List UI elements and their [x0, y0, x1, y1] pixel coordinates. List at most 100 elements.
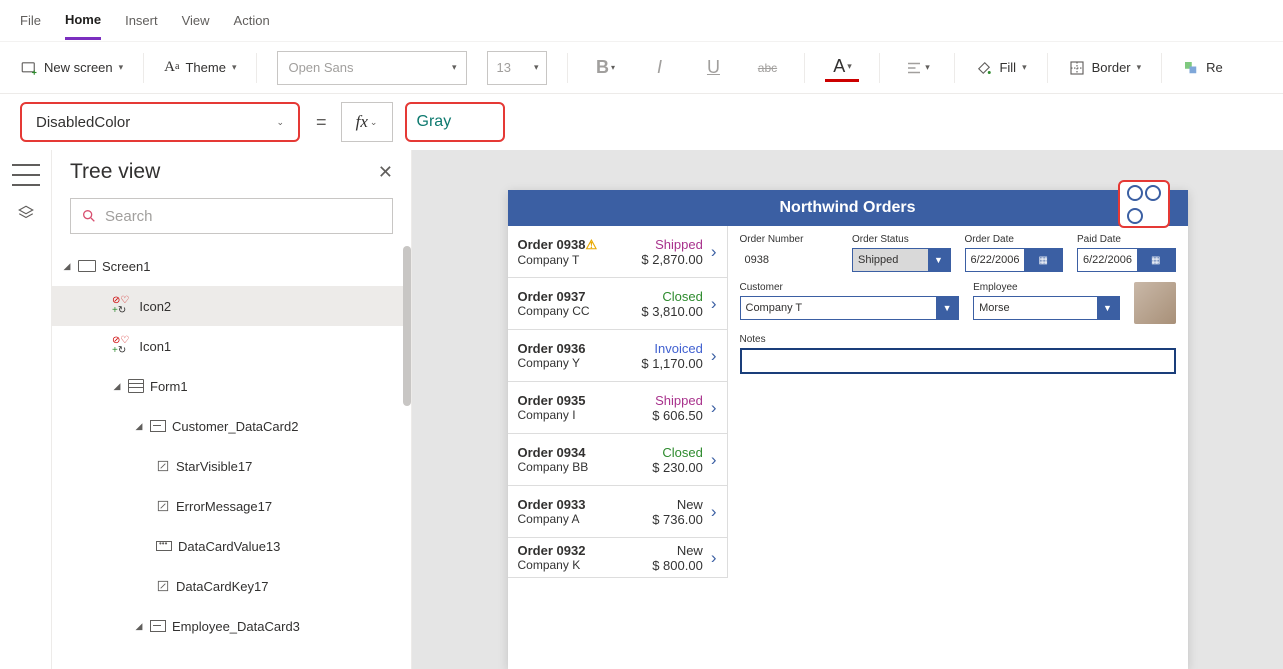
strikethrough-button[interactable]: abc [750, 51, 784, 85]
search-placeholder: Search [105, 208, 153, 225]
font-size-select[interactable]: 13 ▾ [487, 51, 547, 85]
order-row[interactable]: Order 0938⚠Company TShipped$ 2,870.00› [508, 226, 727, 278]
order-row[interactable]: Order 0933Company ANew$ 736.00› [508, 486, 727, 538]
align-button[interactable]: ▾ [900, 51, 934, 85]
font-color-button[interactable]: A▾ [825, 54, 859, 82]
order-status: Shipped [652, 393, 703, 408]
customer-select[interactable]: Company T ▼ [740, 296, 960, 320]
fill-button[interactable]: Fill ▾ [975, 59, 1026, 77]
tree-view-panel: Tree view ✕ Search ◢ Screen1 ⊘♡+↻ Icon2 … [52, 150, 412, 669]
new-screen-button[interactable]: New screen ▾ [20, 59, 123, 77]
property-dropdown[interactable]: DisabledColor ⌄ [20, 102, 300, 142]
node-label: Icon1 [139, 339, 171, 354]
order-amount: $ 736.00 [652, 512, 703, 527]
chevron-down-icon: ▾ [119, 62, 124, 73]
menu-bar: File Home Insert View Action [0, 0, 1283, 42]
tree-node-errormessage[interactable]: ErrorMessage17 [52, 486, 411, 526]
order-list[interactable]: Order 0938⚠Company TShipped$ 2,870.00›Or… [508, 226, 728, 578]
menu-action[interactable]: Action [234, 3, 270, 38]
paint-bucket-icon [975, 59, 993, 77]
node-label: DataCardKey17 [176, 579, 269, 594]
reorder-button[interactable]: Re [1182, 59, 1223, 77]
menu-view[interactable]: View [182, 3, 210, 38]
align-icon [905, 59, 923, 77]
node-label: Screen1 [102, 259, 150, 274]
notes-label: Notes [740, 334, 1176, 345]
sync-icon-selected[interactable] [1118, 180, 1170, 228]
tree-node-icon2[interactable]: ⊘♡+↻ Icon2 [52, 286, 411, 326]
close-button[interactable]: ✕ [378, 162, 393, 183]
tree-node-starvisible[interactable]: StarVisible17 [52, 446, 411, 486]
paid-date-picker[interactable]: 6/22/2006 ▦ [1077, 248, 1176, 272]
chevron-right-icon: › [703, 242, 717, 262]
font-value: Open Sans [288, 60, 353, 75]
hamburger-button[interactable] [12, 164, 40, 186]
order-row[interactable]: Order 0932Company KNew$ 800.00› [508, 538, 727, 578]
tree-node-employee-card[interactable]: ◢ Employee_DataCard3 [52, 606, 411, 646]
separator [1161, 53, 1162, 83]
separator [954, 53, 955, 83]
order-status-select[interactable]: Shipped ▼ [852, 248, 951, 272]
italic-button[interactable]: I [642, 51, 676, 85]
chevron-down-icon: ▾ [1022, 62, 1027, 73]
tree-node-datacardvalue[interactable]: DataCardValue13 [52, 526, 411, 566]
fx-button[interactable]: fx ⌄ [341, 102, 393, 142]
chevron-down-icon: ▾ [534, 62, 539, 73]
employee-label: Employee [973, 282, 1119, 293]
screen-icon [78, 260, 96, 272]
employee-select[interactable]: Morse ▼ [973, 296, 1119, 320]
layers-icon [17, 204, 35, 222]
node-label: Employee_DataCard3 [172, 619, 300, 634]
tree-node-icon1[interactable]: ⊘♡+↻ Icon1 [52, 326, 411, 366]
node-label: DataCardValue13 [178, 539, 280, 554]
scrollbar[interactable] [403, 246, 411, 406]
chevron-down-icon: ▼ [936, 297, 958, 319]
order-amount: $ 606.50 [652, 408, 703, 423]
pencil-icon [156, 459, 170, 473]
node-label: StarVisible17 [176, 459, 252, 474]
chevron-right-icon: › [703, 346, 717, 366]
chevron-down-icon: ▾ [232, 62, 237, 73]
order-number-value: 0938 [740, 248, 839, 272]
font-select[interactable]: Open Sans ▾ [277, 51, 467, 85]
tree-node-form1[interactable]: ◢ Form1 [52, 366, 411, 406]
search-icon [81, 208, 97, 224]
order-id: Order 0932 [518, 543, 653, 558]
order-date-picker[interactable]: 6/22/2006 ▦ [965, 248, 1064, 272]
tree-view-tab[interactable] [17, 204, 35, 225]
chevron-down-icon: ▾ [452, 62, 457, 73]
order-number-label: Order Number [740, 234, 839, 245]
datacard-icon [150, 620, 166, 632]
order-row[interactable]: Order 0936Company YInvoiced$ 1,170.00› [508, 330, 727, 382]
separator [1047, 53, 1048, 83]
chevron-down-icon: ▼ [928, 249, 950, 271]
chevron-down-icon: ▾ [611, 63, 615, 72]
tree-node-screen1[interactable]: ◢ Screen1 [52, 246, 411, 286]
dropdown-icon [156, 541, 172, 551]
reorder-label: Re [1206, 60, 1223, 75]
order-status: Shipped [641, 237, 702, 252]
tree-node-datacardkey[interactable]: DataCardKey17 [52, 566, 411, 606]
datacard-icon [150, 420, 166, 432]
underline-button[interactable]: U [696, 51, 730, 85]
border-icon [1068, 59, 1086, 77]
border-button[interactable]: Border ▾ [1068, 59, 1142, 77]
chevron-down-icon: ▼ [1097, 297, 1119, 319]
order-row[interactable]: Order 0935Company IShipped$ 606.50› [508, 382, 727, 434]
node-label: Form1 [150, 379, 188, 394]
theme-button[interactable]: Aa Theme ▾ [164, 59, 236, 76]
order-row[interactable]: Order 0937Company CCClosed$ 3,810.00› [508, 278, 727, 330]
tree-node-customer-card[interactable]: ◢ Customer_DataCard2 [52, 406, 411, 446]
formula-input[interactable]: Gray [405, 102, 505, 142]
node-label: Icon2 [139, 299, 171, 314]
order-row[interactable]: Order 0934Company BBClosed$ 230.00› [508, 434, 727, 486]
order-id: Order 0935 [518, 393, 653, 408]
bold-button[interactable]: B▾ [588, 51, 622, 85]
menu-insert[interactable]: Insert [125, 3, 158, 38]
calendar-icon: ▦ [1024, 249, 1062, 271]
menu-file[interactable]: File [20, 3, 41, 38]
notes-input[interactable] [740, 348, 1176, 374]
tree-search-input[interactable]: Search [70, 198, 393, 234]
order-status: Closed [641, 289, 702, 304]
menu-home[interactable]: Home [65, 2, 101, 40]
